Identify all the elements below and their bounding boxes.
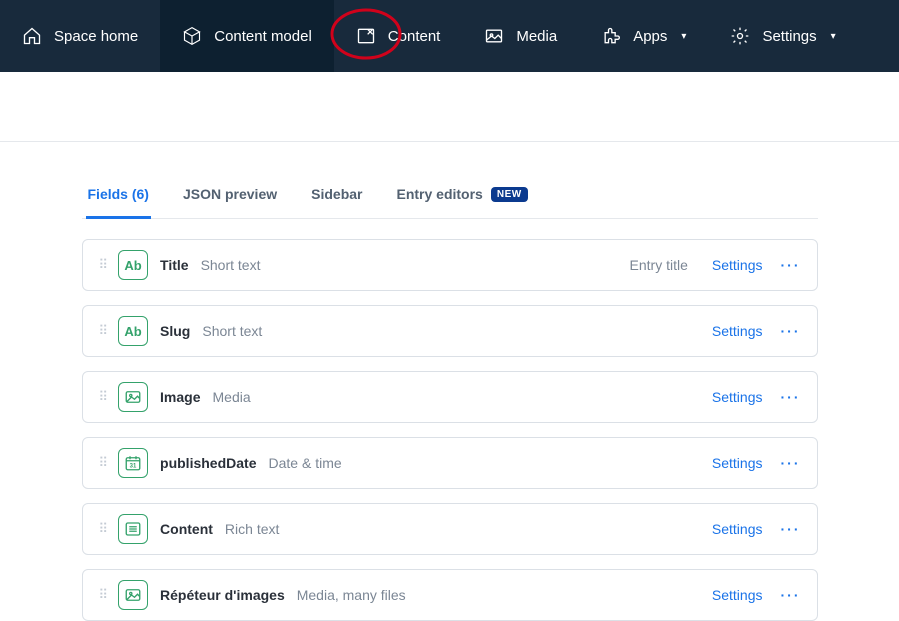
more-icon[interactable]: ···: [781, 323, 801, 339]
nav-apps[interactable]: Apps ▾: [579, 0, 708, 72]
tab-entry-editors-label: Entry editors: [396, 186, 482, 202]
drag-handle-icon[interactable]: ⠿: [93, 385, 113, 409]
field-settings-link[interactable]: Settings: [712, 521, 763, 537]
nav-settings[interactable]: Settings ▾: [708, 0, 857, 72]
nav-space-home-label: Space home: [54, 28, 138, 45]
field-settings-link[interactable]: Settings: [712, 455, 763, 471]
field-row: ⠿ Ab Slug Short text Settings ···: [82, 305, 818, 357]
drag-handle-icon[interactable]: ⠿: [93, 253, 113, 277]
nav-media-label: Media: [516, 28, 557, 45]
more-icon[interactable]: ···: [781, 587, 801, 603]
tab-sidebar-label: Sidebar: [311, 186, 362, 202]
field-settings-link[interactable]: Settings: [712, 257, 763, 273]
nav-content-model[interactable]: Content model: [160, 0, 334, 72]
field-row: ⠿ Content Rich text Settings ···: [82, 503, 818, 555]
field-type: Media, many files: [297, 587, 406, 603]
richtext-type-icon: [118, 514, 148, 544]
field-name: Content: [160, 521, 213, 537]
field-name: Title: [160, 257, 189, 273]
box-icon: [182, 26, 202, 46]
nav-content-label: Content: [388, 28, 441, 45]
fields-list: ⠿ Ab Title Short text Entry title Settin…: [82, 239, 818, 621]
puzzle-icon: [601, 26, 621, 46]
tab-fields[interactable]: Fields (6): [86, 176, 151, 219]
field-type: Short text: [202, 323, 262, 339]
tab-entry-editors[interactable]: Entry editors NEW: [394, 176, 529, 219]
home-icon: [22, 26, 42, 46]
field-row: ⠿ Répéteur d'images Media, many files Se…: [82, 569, 818, 621]
nav-content[interactable]: Content: [334, 0, 463, 72]
more-icon[interactable]: ···: [781, 521, 801, 537]
more-icon[interactable]: ···: [781, 455, 801, 471]
drag-handle-icon[interactable]: ⠿: [93, 451, 113, 475]
subheader-blank: [0, 72, 899, 142]
text-type-icon: Ab: [118, 316, 148, 346]
drag-handle-icon[interactable]: ⠿: [93, 583, 113, 607]
main-content: Fields (6) JSON preview Sidebar Entry ed…: [70, 176, 830, 621]
field-name: publishedDate: [160, 455, 256, 471]
field-meta: Entry title: [630, 257, 688, 273]
nav-content-model-label: Content model: [214, 28, 312, 45]
field-settings-link[interactable]: Settings: [712, 323, 763, 339]
media-icon: [484, 26, 504, 46]
field-row: ⠿ Image Media Settings ···: [82, 371, 818, 423]
field-type: Short text: [201, 257, 261, 273]
gear-icon: [730, 26, 750, 46]
field-type: Media: [213, 389, 251, 405]
nav-apps-label: Apps: [633, 28, 667, 45]
new-badge: NEW: [491, 187, 528, 202]
chevron-down-icon: ▾: [681, 31, 686, 42]
field-row: ⠿ 31 publishedDate Date & time Settings …: [82, 437, 818, 489]
date-type-icon: 31: [118, 448, 148, 478]
drag-handle-icon[interactable]: ⠿: [93, 319, 113, 343]
field-settings-link[interactable]: Settings: [712, 389, 763, 405]
nav-settings-label: Settings: [762, 28, 816, 45]
more-icon[interactable]: ···: [781, 389, 801, 405]
field-name: Slug: [160, 323, 190, 339]
edit-icon: [356, 26, 376, 46]
field-type: Rich text: [225, 521, 279, 537]
image-type-icon: [118, 382, 148, 412]
image-type-icon: [118, 580, 148, 610]
field-name: Répéteur d'images: [160, 587, 285, 603]
nav-space-home[interactable]: Space home: [0, 0, 160, 72]
top-nav: Space home Content model Content Media: [0, 0, 899, 72]
tab-fields-label: Fields (6): [88, 186, 149, 202]
field-row: ⠿ Ab Title Short text Entry title Settin…: [82, 239, 818, 291]
chevron-down-icon: ▾: [831, 31, 836, 42]
more-icon[interactable]: ···: [781, 257, 801, 273]
tab-sidebar[interactable]: Sidebar: [309, 176, 364, 219]
svg-text:31: 31: [130, 464, 137, 470]
tab-json-preview[interactable]: JSON preview: [181, 176, 279, 219]
tabs: Fields (6) JSON preview Sidebar Entry ed…: [82, 176, 818, 219]
drag-handle-icon[interactable]: ⠿: [93, 517, 113, 541]
tab-json-preview-label: JSON preview: [183, 186, 277, 202]
field-settings-link[interactable]: Settings: [712, 587, 763, 603]
field-name: Image: [160, 389, 200, 405]
nav-media[interactable]: Media: [462, 0, 579, 72]
field-type: Date & time: [269, 455, 342, 471]
text-type-icon: Ab: [118, 250, 148, 280]
